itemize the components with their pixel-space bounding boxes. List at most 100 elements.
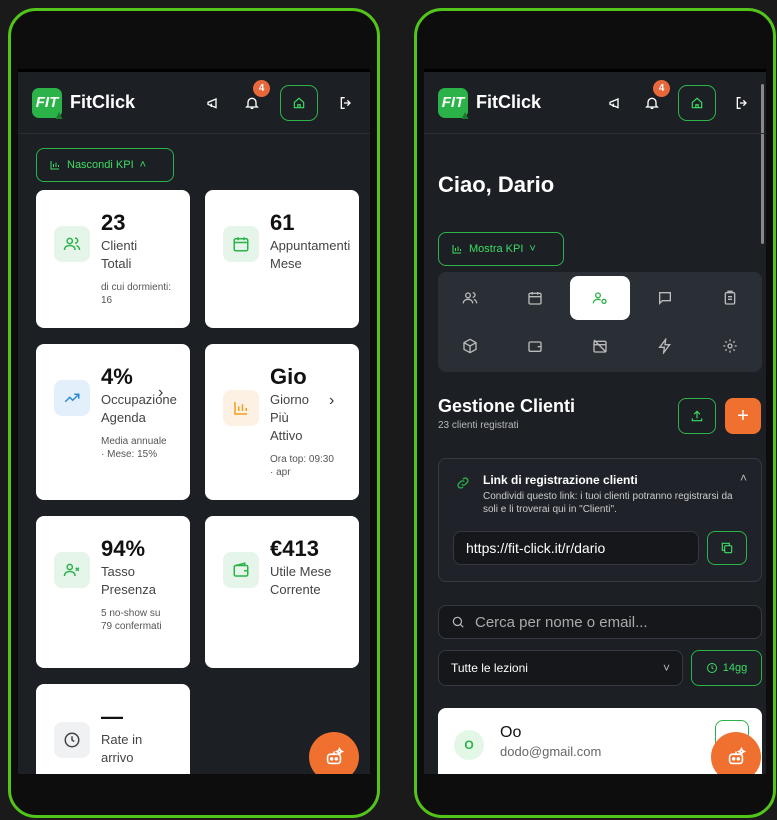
kpi-toggle-label: Nascondi KPI bbox=[67, 159, 134, 171]
kpi-card-occupancy[interactable]: 4% Occupazione Agenda Media annuale · Me… bbox=[36, 344, 190, 500]
nav-bolt-icon[interactable] bbox=[635, 324, 695, 368]
copy-icon bbox=[721, 542, 733, 554]
kpi-value: 94% bbox=[101, 536, 146, 561]
notification-badge: 4 bbox=[253, 79, 270, 97]
nav-wallet-icon[interactable] bbox=[505, 324, 565, 368]
users-icon bbox=[54, 226, 90, 262]
nav-clients-icon[interactable] bbox=[440, 276, 500, 320]
export-button[interactable] bbox=[678, 398, 716, 434]
search-input[interactable]: Cerca per nome o email... bbox=[438, 605, 762, 639]
brand-name: FitClick bbox=[476, 92, 542, 112]
chevron-down-icon: ˅ bbox=[529, 243, 536, 255]
bar-chart-icon bbox=[452, 245, 461, 254]
kpi-label: Utile Mese Corrente bbox=[270, 564, 332, 597]
registration-link-panel: Link di registrazione clienti Condividi … bbox=[438, 458, 762, 582]
bell-icon[interactable]: 4 bbox=[642, 79, 670, 113]
logout-icon[interactable] bbox=[732, 93, 752, 113]
kpi-label: Occupazione Agenda bbox=[101, 392, 177, 425]
kpi-value: Gio bbox=[270, 364, 307, 389]
kpi-toggle-label: Mostra KPI bbox=[469, 243, 524, 255]
kpi-sub: di cui dormienti: 16 bbox=[101, 282, 172, 306]
kpi-label: Giorno Più Attivo bbox=[270, 392, 310, 443]
show-kpi-button[interactable]: Mostra KPI ˅ bbox=[438, 232, 564, 266]
greeting: Ciao, Dario bbox=[438, 172, 555, 197]
logout-icon[interactable] bbox=[336, 93, 356, 113]
copy-link-button[interactable] bbox=[707, 531, 747, 565]
kpi-card-installments[interactable]: — Rate in arrivo bbox=[36, 684, 190, 774]
ai-assistant-button[interactable] bbox=[309, 732, 359, 774]
kpi-card-attendance[interactable]: 94% Tasso Presenza 5 no-show su 79 confe… bbox=[36, 516, 190, 668]
section-title: Gestione Clienti bbox=[438, 396, 576, 416]
megaphone-icon[interactable] bbox=[606, 93, 626, 113]
kpi-label: Tasso Presenza bbox=[101, 564, 156, 597]
home-button[interactable] bbox=[280, 84, 318, 121]
link-description: Condividi questo link: i tuoi clienti po… bbox=[483, 491, 733, 515]
nav-clipboard-icon[interactable] bbox=[700, 276, 760, 320]
brand-name: FitClick bbox=[70, 92, 136, 112]
cursor-icon: ▲ bbox=[53, 107, 65, 122]
add-client-button[interactable]: + bbox=[725, 398, 761, 434]
right-screen: FIT ▲ FitClick 4 Ciao, Dario Mostra KPI … bbox=[424, 72, 766, 774]
robot-icon bbox=[728, 746, 747, 765]
hide-kpi-button[interactable]: Nascondi KPI ˄ bbox=[36, 148, 174, 182]
wallet-icon bbox=[223, 552, 259, 588]
kpi-card-active-day[interactable]: Gio Giorno Più Attivo Ora top: 09:30 · a… bbox=[205, 344, 359, 500]
phone-right: FIT ▲ FitClick 4 Ciao, Dario Mostra KPI … bbox=[414, 8, 776, 818]
trend-up-icon bbox=[54, 380, 90, 416]
nav-chat-icon[interactable] bbox=[635, 276, 695, 320]
app-header: FIT ▲ FitClick 4 bbox=[424, 72, 766, 134]
chevron-up-icon: ˄ bbox=[139, 159, 147, 171]
days-filter-button[interactable]: 14gg bbox=[691, 650, 762, 686]
client-name: Oo bbox=[500, 724, 522, 741]
bell-icon[interactable]: 4 bbox=[242, 79, 270, 113]
left-screen: FIT ▲ FitClick 4 Nascondi KPI ˄ 23 Clien… bbox=[18, 72, 370, 774]
section-subtitle: 23 clienti registrati bbox=[438, 420, 519, 431]
chevron-right-icon[interactable]: › bbox=[158, 384, 163, 402]
kpi-value: 4% bbox=[101, 364, 133, 389]
home-button[interactable] bbox=[678, 84, 716, 121]
nav-client-settings-icon[interactable] bbox=[570, 276, 630, 320]
bar-chart-icon bbox=[50, 161, 59, 170]
kpi-card-clients[interactable]: 23 Clienti Totali di cui dormienti: 16 bbox=[36, 190, 190, 328]
nav-calendar-off-icon[interactable] bbox=[570, 324, 630, 368]
kpi-sub: 5 no-show su 79 confermati bbox=[101, 608, 162, 632]
link-title: Link di registrazione clienti bbox=[483, 473, 638, 487]
kpi-card-profit[interactable]: €413 Utile Mese Corrente bbox=[205, 516, 359, 668]
ai-assistant-button[interactable] bbox=[711, 732, 761, 774]
kpi-card-appointments[interactable]: 61 Appuntamenti Mese bbox=[205, 190, 359, 328]
kpi-sub: Ora top: 09:30 · apr bbox=[270, 454, 334, 478]
link-icon bbox=[455, 475, 471, 496]
nav-box-icon[interactable] bbox=[440, 324, 500, 368]
clock-icon bbox=[54, 722, 90, 758]
nav-grid bbox=[438, 272, 762, 372]
cursor-icon: ▲ bbox=[459, 107, 471, 122]
kpi-label: Clienti Totali bbox=[101, 238, 138, 271]
kpi-value: €413 bbox=[270, 536, 319, 561]
client-email: dodo@gmail.com bbox=[500, 744, 602, 759]
app-logo[interactable]: FIT ▲ bbox=[32, 87, 65, 122]
days-label: 14gg bbox=[722, 662, 748, 674]
avatar: O bbox=[454, 730, 484, 760]
nav-calendar-icon[interactable] bbox=[505, 276, 565, 320]
kpi-label: Rate in arrivo bbox=[101, 732, 143, 765]
home-icon bbox=[293, 97, 305, 108]
app-logo[interactable]: FIT ▲ bbox=[438, 87, 471, 122]
plus-icon: + bbox=[737, 404, 749, 427]
phone-left: FIT ▲ FitClick 4 Nascondi KPI ˄ 23 Clien… bbox=[8, 8, 380, 818]
chevron-up-icon[interactable]: ˄ bbox=[740, 471, 747, 485]
kpi-sub: Media annuale · Mese: 15% bbox=[101, 436, 167, 460]
robot-icon bbox=[326, 746, 345, 765]
kpi-label: Appuntamenti Mese bbox=[270, 238, 351, 271]
chevron-down-icon: ˅ bbox=[662, 661, 670, 675]
chevron-right-icon[interactable]: › bbox=[329, 392, 334, 410]
app-header: FIT ▲ FitClick 4 bbox=[18, 72, 370, 134]
kpi-value: 61 bbox=[270, 210, 295, 235]
kpi-value: 23 bbox=[101, 210, 126, 235]
megaphone-icon[interactable] bbox=[204, 93, 224, 113]
lesson-filter-select[interactable]: Tutte le lezioni ˅ bbox=[438, 650, 683, 686]
user-x-icon bbox=[54, 552, 90, 588]
home-icon bbox=[691, 97, 703, 108]
link-url-field[interactable]: https://fit-click.it/r/dario bbox=[453, 531, 699, 565]
nav-gear-icon[interactable] bbox=[700, 324, 760, 368]
filter-value: Tutte le lezioni bbox=[451, 661, 528, 675]
